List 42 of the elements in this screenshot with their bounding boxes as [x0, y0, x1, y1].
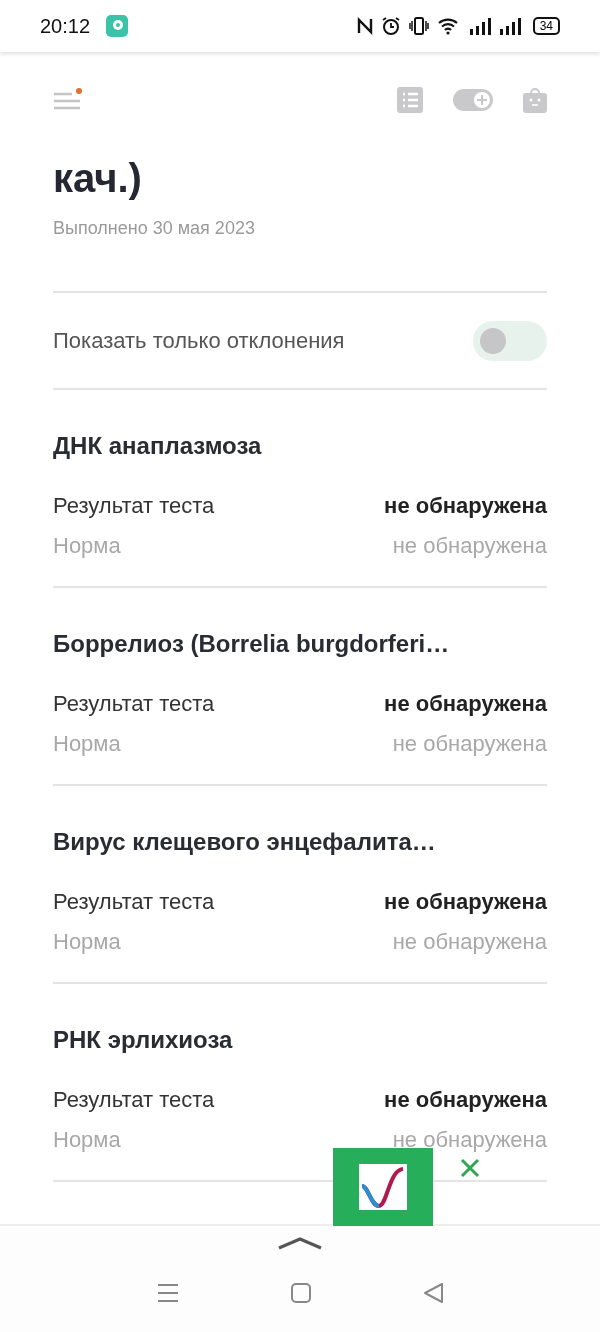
result-label: Результат теста [53, 888, 215, 916]
menu-icon[interactable] [53, 88, 83, 112]
signal-icon [498, 17, 521, 35]
result-value: не обнаружена [384, 492, 547, 520]
vibrate-icon [408, 16, 429, 36]
app-notification-icon [106, 15, 129, 37]
home-icon[interactable] [290, 1282, 312, 1304]
filter-label: Показать только отклонения [53, 327, 345, 354]
status-time: 20:12 [40, 14, 91, 38]
logo-icon [359, 1164, 407, 1210]
norm-label: Норма [53, 928, 121, 956]
norm-value: не обнаружена [392, 1126, 547, 1154]
result-value: не обнаружена [384, 888, 547, 916]
result-label: Результат теста [53, 1086, 215, 1114]
battery-indicator: 34 [532, 17, 560, 35]
test-name: Вирус клещевого энцефалита… [53, 828, 436, 856]
result-value: не обнаружена [384, 1086, 547, 1114]
list-icon[interactable] [397, 87, 423, 113]
signal-icon [468, 17, 491, 35]
result-label: Результат теста [53, 690, 215, 718]
norm-value: не обнаружена [392, 730, 547, 758]
norm-value: не обнаружена [392, 928, 547, 956]
norm-value: не обнаружена [392, 532, 547, 560]
add-toggle-icon[interactable] [453, 89, 493, 111]
test-name: Боррелиоз (Borrelia burgdorferi… [53, 630, 450, 658]
alarm-icon [380, 16, 401, 36]
test-name: ДНК анаплазмоза [53, 432, 262, 460]
close-icon[interactable] [460, 1158, 480, 1178]
test-name: РНК эрлихиоза [53, 1026, 233, 1054]
deviations-switch[interactable] [473, 320, 547, 361]
back-icon[interactable] [422, 1282, 444, 1304]
menu-icon[interactable] [156, 1282, 180, 1304]
completed-date: Выполнено 30 мая 2023 [53, 218, 256, 239]
nfc-icon [356, 17, 373, 35]
norm-label: Норма [53, 730, 121, 758]
norm-label: Норма [53, 1126, 121, 1154]
result-label: Результат теста [53, 492, 215, 520]
result-value: не обнаружена [384, 690, 547, 718]
chevron-up-icon[interactable] [277, 1236, 323, 1250]
page-title: кач.) [53, 155, 143, 202]
norm-label: Норма [53, 532, 121, 560]
bag-icon[interactable] [523, 87, 547, 113]
